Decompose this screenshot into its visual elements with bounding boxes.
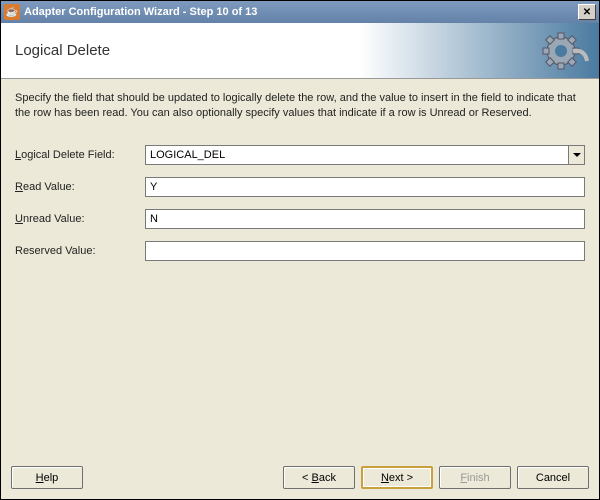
logical-delete-field-label: Logical Delete Field: [15, 149, 145, 161]
wizard-window: ☕ Adapter Configuration Wizard - Step 10… [0, 0, 600, 500]
back-button[interactable]: < Back [283, 466, 355, 489]
page-title: Logical Delete [15, 42, 110, 59]
reserved-value-input[interactable] [145, 241, 585, 261]
read-value-row: Read Value: [15, 177, 585, 197]
app-icon: ☕ [4, 4, 20, 20]
read-value-label: Read Value: [15, 181, 145, 193]
chevron-down-icon[interactable] [568, 145, 585, 165]
finish-button: Finish [439, 466, 511, 489]
logical-delete-field-input[interactable] [145, 145, 568, 165]
titlebar: ☕ Adapter Configuration Wizard - Step 10… [1, 1, 599, 23]
unread-value-label: Unread Value: [15, 213, 145, 225]
cancel-button[interactable]: Cancel [517, 466, 589, 489]
unread-value-input[interactable] [145, 209, 585, 229]
next-button[interactable]: Next > [361, 466, 433, 489]
logical-delete-field-row: Logical Delete Field: [15, 145, 585, 165]
reserved-value-row: Reserved Value: [15, 241, 585, 261]
read-value-input[interactable] [145, 177, 585, 197]
wizard-footer: Help < Back Next > Finish Cancel [1, 458, 599, 499]
unread-value-row: Unread Value: [15, 209, 585, 229]
close-icon[interactable]: ✕ [578, 4, 596, 20]
reserved-value-label: Reserved Value: [15, 245, 145, 257]
logical-delete-field-combo[interactable] [145, 145, 585, 165]
wizard-body: Specify the field that should be updated… [1, 79, 599, 458]
gear-icon [529, 29, 589, 73]
window-title: Adapter Configuration Wizard - Step 10 o… [24, 6, 578, 18]
help-button[interactable]: Help [11, 466, 83, 489]
instruction-text: Specify the field that should be updated… [15, 91, 585, 121]
wizard-header: Logical Delete [1, 23, 599, 79]
